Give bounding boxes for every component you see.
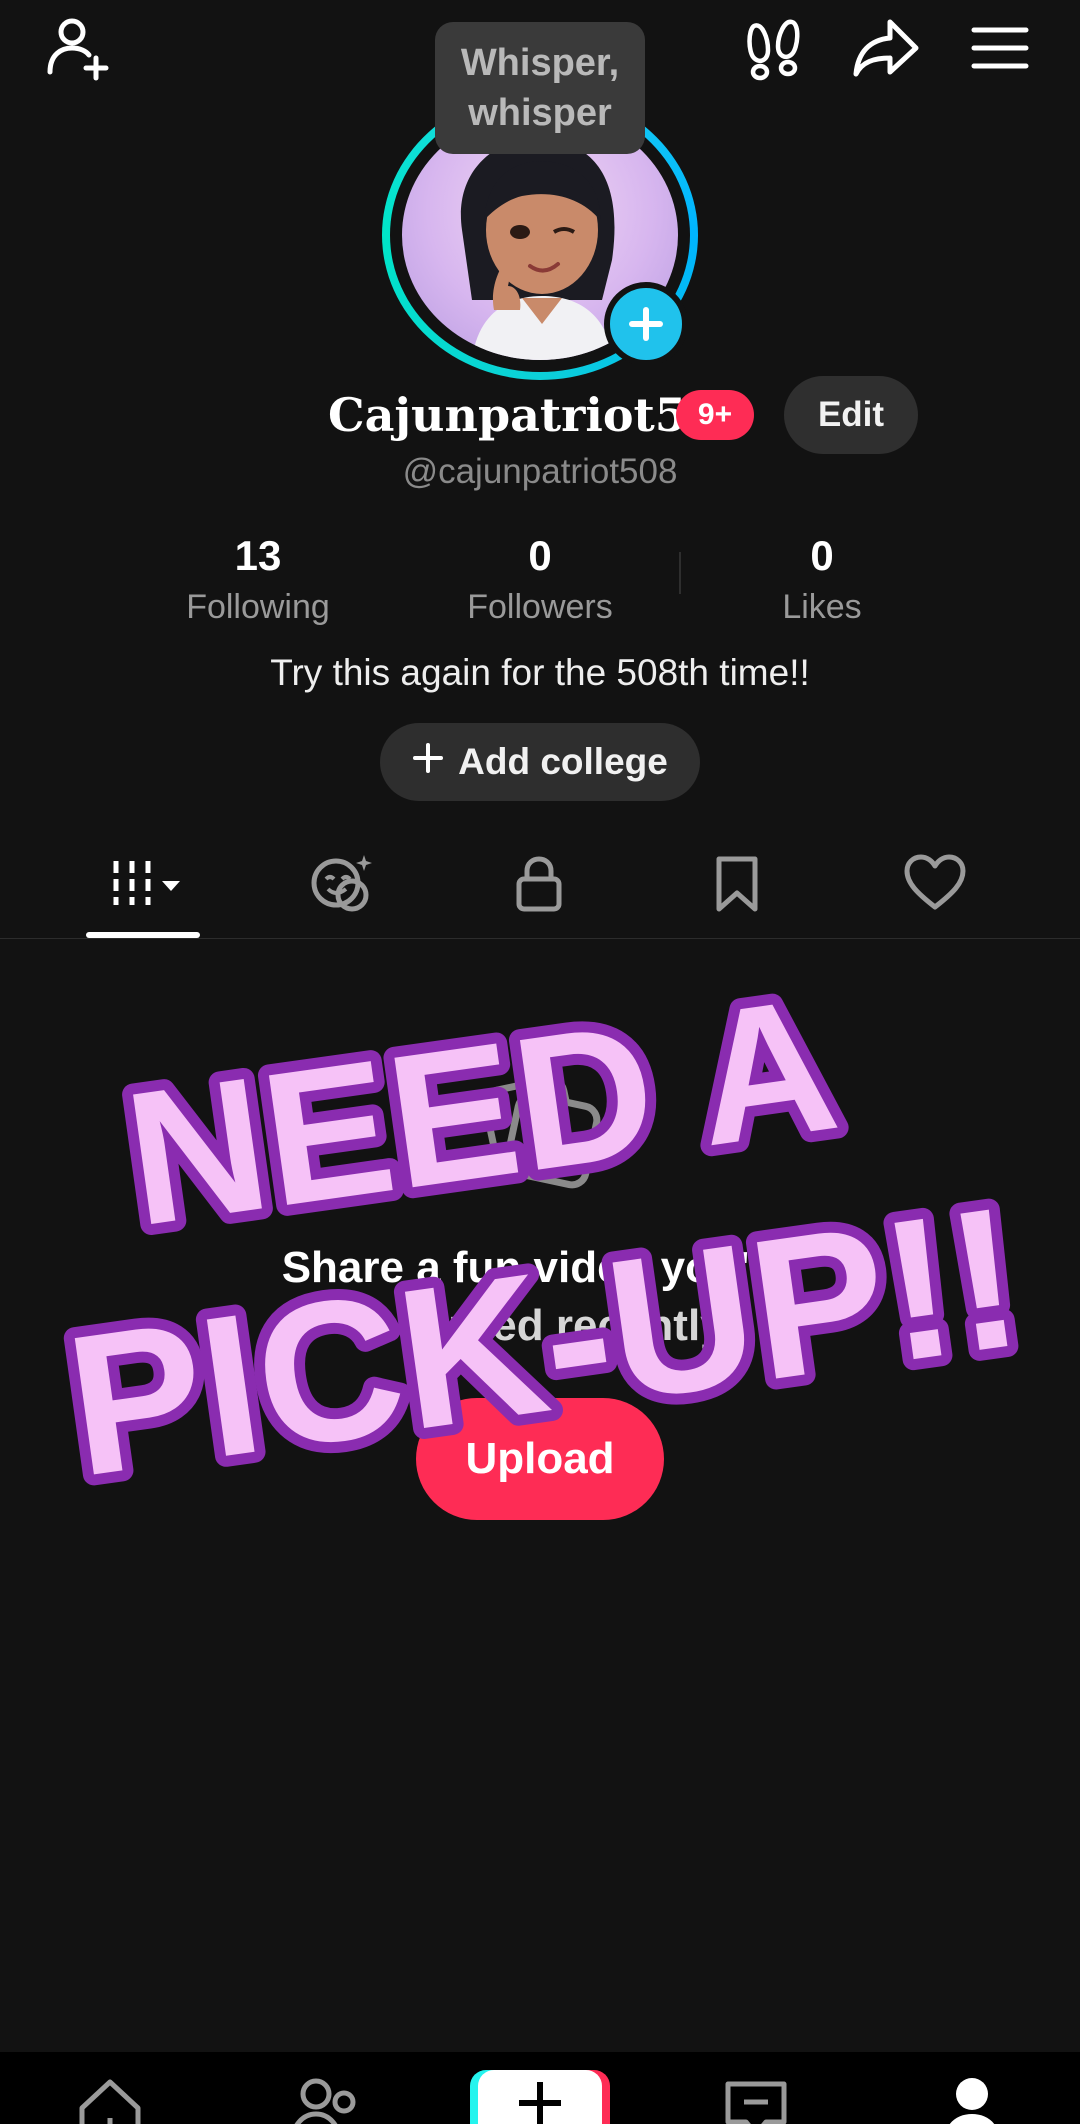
friends-icon bbox=[294, 2078, 356, 2124]
tab-reposts[interactable] bbox=[298, 848, 388, 918]
lock-icon bbox=[516, 856, 562, 912]
plus-icon bbox=[629, 307, 663, 341]
tab-liked[interactable] bbox=[890, 848, 980, 918]
add-friend-icon[interactable] bbox=[42, 12, 114, 84]
upload-button[interactable]: Upload bbox=[416, 1398, 664, 1520]
add-photo-button[interactable] bbox=[604, 282, 688, 366]
tabs-divider bbox=[0, 938, 1080, 939]
tab-favorites[interactable] bbox=[692, 848, 782, 918]
whisper-tooltip: Whisper, whisper bbox=[435, 22, 645, 154]
stat-followers[interactable]: 0 Followers bbox=[420, 528, 660, 630]
stat-divider bbox=[679, 552, 681, 594]
add-college-button[interactable]: Add college bbox=[380, 723, 700, 801]
heart-icon bbox=[904, 854, 966, 910]
stat-value: 13 bbox=[234, 532, 282, 579]
create-button[interactable] bbox=[478, 2070, 602, 2124]
stat-value: 0 bbox=[528, 532, 552, 579]
empty-videos-icon bbox=[470, 1060, 610, 1200]
add-college-label: Add college bbox=[458, 741, 668, 782]
edit-profile-button[interactable]: Edit bbox=[784, 376, 918, 454]
stat-likes[interactable]: 0 Likes bbox=[702, 528, 942, 630]
bookmark-icon bbox=[716, 856, 758, 912]
nav-profile[interactable] bbox=[932, 2074, 1012, 2124]
bio-text: Try this again for the 508th time!! bbox=[270, 652, 810, 693]
empty-state-subtitle: recorded recently bbox=[355, 1301, 725, 1350]
footprints-icon[interactable] bbox=[740, 12, 812, 84]
tab-videos[interactable] bbox=[98, 848, 188, 918]
inbox-icon bbox=[725, 2081, 787, 2124]
stat-label: Following bbox=[186, 588, 330, 626]
nav-friends[interactable] bbox=[286, 2074, 366, 2124]
nav-inbox[interactable] bbox=[716, 2074, 796, 2124]
stat-label: Likes bbox=[782, 588, 862, 626]
plus-icon bbox=[412, 741, 444, 783]
menu-icon[interactable] bbox=[964, 12, 1036, 84]
empty-state-title: Share a fun video you've bbox=[281, 1243, 799, 1292]
reposts-icon bbox=[311, 855, 372, 912]
stat-value: 0 bbox=[810, 532, 834, 579]
tab-private[interactable] bbox=[494, 848, 584, 918]
stat-label: Followers bbox=[467, 588, 613, 626]
username-handle: @cajunpatriot508 bbox=[402, 452, 678, 491]
home-icon bbox=[79, 2079, 141, 2124]
create-icon bbox=[519, 2082, 561, 2124]
videos-grid-icon bbox=[113, 861, 180, 905]
bottom-nav bbox=[0, 2052, 1080, 2124]
notification-badge[interactable]: 9+ bbox=[676, 390, 754, 440]
nav-home[interactable] bbox=[70, 2074, 150, 2124]
profile-icon bbox=[949, 2078, 995, 2124]
share-icon[interactable] bbox=[850, 12, 922, 84]
stat-following[interactable]: 13 Following bbox=[138, 528, 378, 630]
